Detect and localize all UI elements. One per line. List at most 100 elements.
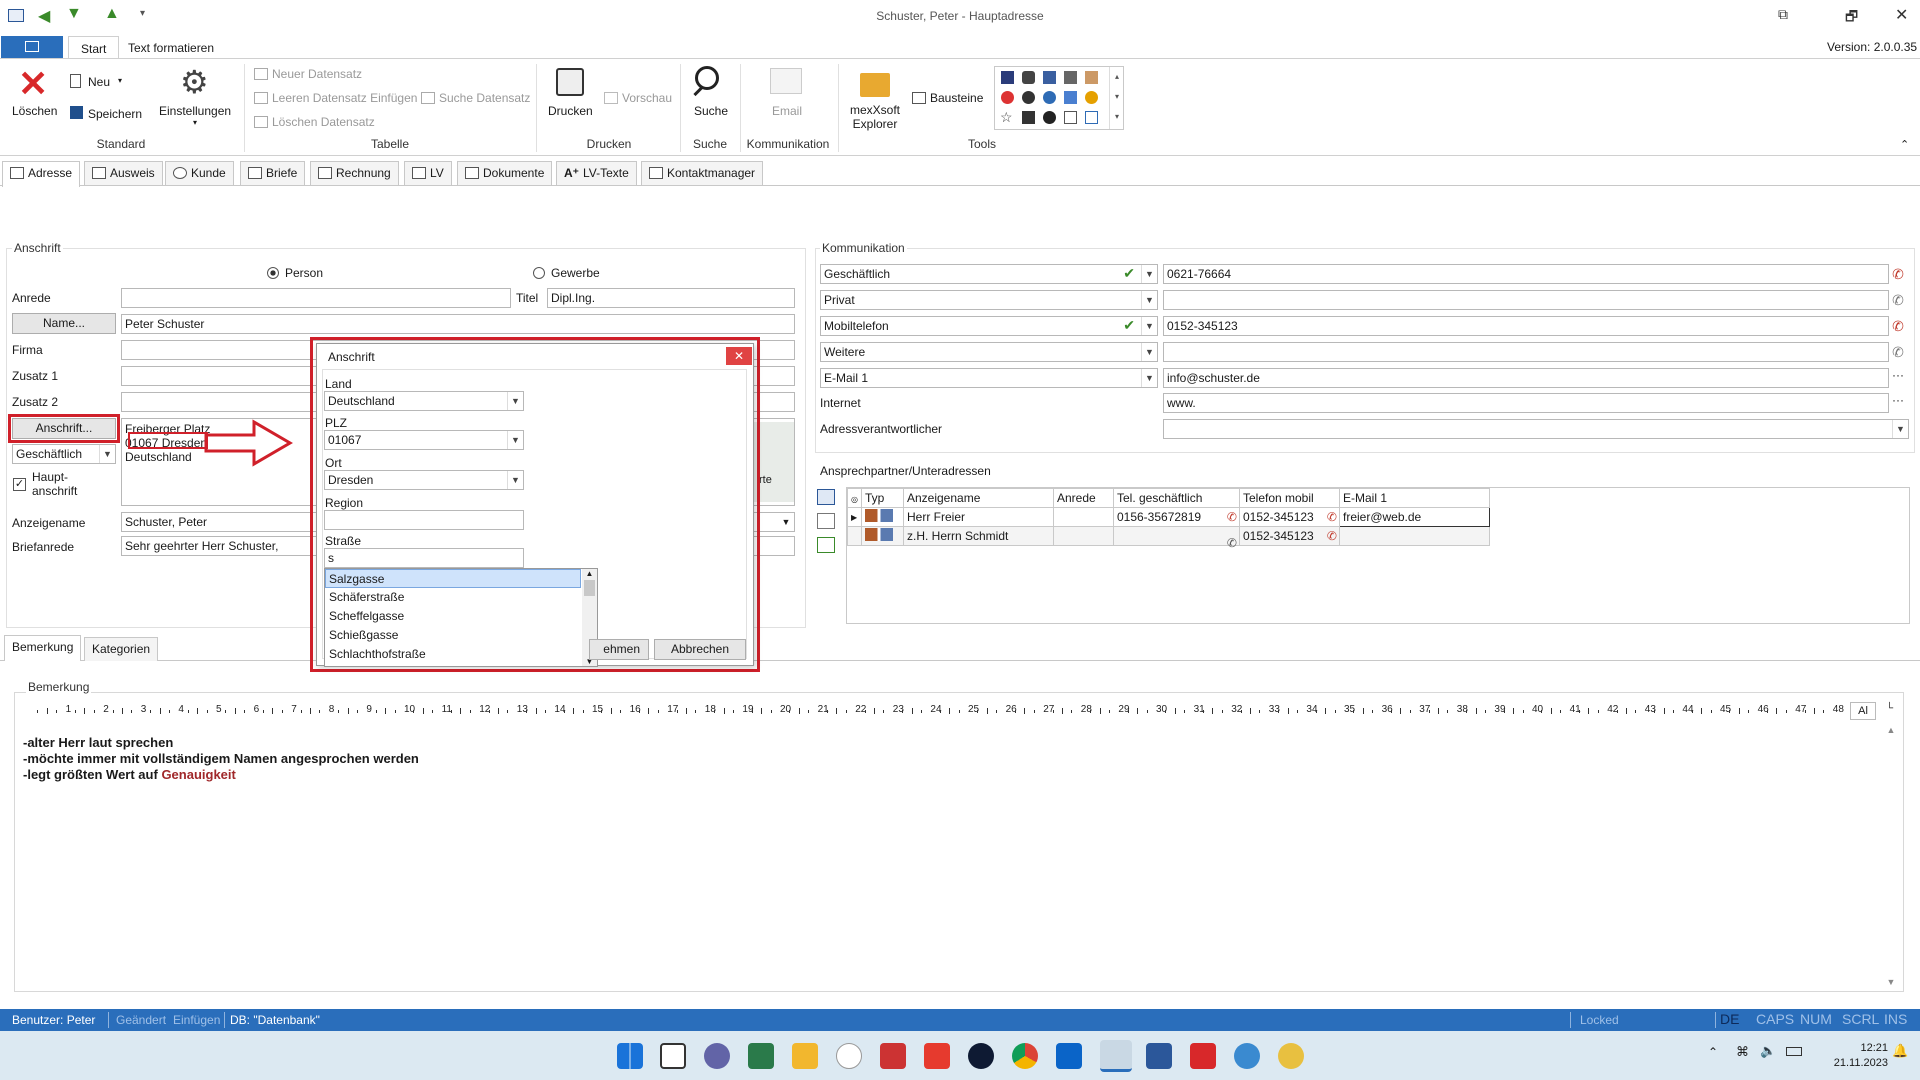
- tool-icon-10[interactable]: [1085, 91, 1098, 104]
- strasse-input[interactable]: s: [324, 548, 524, 568]
- tool-icon-1[interactable]: [1001, 71, 1014, 84]
- col-typ[interactable]: Typ: [860, 488, 904, 508]
- tab-ausweis[interactable]: Ausweis: [84, 161, 163, 185]
- ruler-align-button[interactable]: Al: [1850, 702, 1876, 720]
- komm-type-3[interactable]: Mobiltelefon ✔ ▼: [820, 316, 1158, 336]
- komm-type-5[interactable]: E-Mail 1 ▼: [820, 368, 1158, 388]
- komm-type-2[interactable]: Privat ▼: [820, 290, 1158, 310]
- music-icon[interactable]: [836, 1043, 862, 1069]
- scroll-up-icon[interactable]: ▲: [582, 569, 597, 578]
- scroll-thumb[interactable]: [584, 580, 595, 596]
- name-input[interactable]: Peter Schuster: [121, 314, 795, 334]
- tool-icon-5[interactable]: [1085, 71, 1098, 84]
- phone-icon[interactable]: ✆: [1327, 529, 1337, 543]
- grid-delete-icon[interactable]: [817, 513, 835, 529]
- table-row[interactable]: z.H. Herrn Schmidt ✆ 0152-345123 ✆: [847, 526, 1490, 550]
- cancel-button[interactable]: Abbrechen: [654, 639, 746, 660]
- more-icon[interactable]: ···: [1892, 393, 1904, 407]
- list-item[interactable]: Schießgasse: [325, 626, 581, 645]
- clock-date[interactable]: 21.11.2023: [1818, 1057, 1888, 1069]
- tool-icon-6[interactable]: [1001, 91, 1014, 104]
- tab-kontaktmanager[interactable]: Kontaktmanager: [641, 161, 764, 185]
- new-button[interactable]: Neu: [88, 75, 110, 89]
- haupt-checkbox[interactable]: ✓: [13, 478, 26, 491]
- tools-app-icon[interactable]: [880, 1043, 906, 1069]
- anydesk-icon[interactable]: [924, 1043, 950, 1069]
- task-view-icon[interactable]: [660, 1043, 686, 1069]
- col-anzeigename[interactable]: Anzeigename: [902, 488, 1054, 508]
- komm-value-2[interactable]: [1163, 290, 1889, 310]
- new-dropdown-icon[interactable]: ▾: [118, 76, 122, 85]
- tab-adresse[interactable]: Adresse: [2, 161, 81, 187]
- ribbon-collapse-icon[interactable]: ⌃: [1900, 138, 1909, 151]
- delete-icon[interactable]: ✕: [18, 66, 48, 102]
- tab-kunde[interactable]: Kunde: [165, 161, 234, 185]
- print-button[interactable]: Drucken: [548, 104, 593, 118]
- street-suggestion-list[interactable]: Salzgasse Schäferstraße Scheffelgasse Sc…: [324, 568, 598, 667]
- teams-icon[interactable]: [704, 1043, 730, 1069]
- scroll-down-icon[interactable]: ▼: [1882, 977, 1900, 987]
- chrome-icon[interactable]: [1012, 1043, 1038, 1069]
- tab-lv-texte[interactable]: A⁺ LV-Texte: [556, 161, 637, 185]
- close-icon[interactable]: ✕: [1895, 5, 1908, 25]
- anrede-input[interactable]: [121, 288, 511, 308]
- radio-gewerbe[interactable]: Gewerbe: [533, 266, 600, 280]
- phone-icon[interactable]: ✆: [1889, 317, 1907, 335]
- tool-icon-15[interactable]: [1085, 111, 1098, 124]
- bemerkung-editor[interactable]: -alter Herr laut sprechen -möchte immer …: [20, 725, 1882, 987]
- list-item[interactable]: Scheffelgasse: [325, 607, 581, 626]
- teamviewer-icon[interactable]: [968, 1043, 994, 1069]
- volume-icon[interactable]: 🔈: [1760, 1043, 1776, 1059]
- name-button[interactable]: Name...: [12, 313, 116, 334]
- tab-stop-icon[interactable]: └: [1886, 703, 1893, 714]
- network-icon[interactable]: ⌘: [1736, 1044, 1749, 1060]
- tool-icon-9[interactable]: [1064, 91, 1077, 104]
- outlook-icon[interactable]: [1056, 1043, 1082, 1069]
- globe-icon[interactable]: [1234, 1043, 1260, 1069]
- region-input[interactable]: [324, 510, 524, 530]
- more-icon[interactable]: ···: [1892, 368, 1904, 382]
- clock-time[interactable]: 12:21: [1818, 1042, 1888, 1054]
- settings-icon[interactable]: ⚙: [180, 66, 209, 98]
- list-item[interactable]: Salzgasse: [325, 569, 581, 588]
- phone-icon[interactable]: ✆: [1227, 510, 1237, 524]
- printer-icon[interactable]: [556, 68, 584, 96]
- col-tel[interactable]: Tel. geschäftlich: [1112, 488, 1240, 508]
- ok-button[interactable]: ehmen: [589, 639, 649, 660]
- delete-button[interactable]: Löschen: [12, 104, 57, 118]
- ribbon-tab-start[interactable]: Start: [68, 36, 120, 58]
- restore-icon[interactable]: ⧉: [1778, 6, 1788, 23]
- tools-gallery[interactable]: ☆ ▴ ▾ ▾: [994, 66, 1124, 130]
- editor-scrollbar[interactable]: ▲ ▼: [1882, 725, 1900, 987]
- phone-icon[interactable]: ✆: [1327, 510, 1337, 524]
- ort-select[interactable]: Dresden ▼: [324, 470, 524, 490]
- tab-lv[interactable]: LV: [404, 161, 452, 185]
- komm-type-1[interactable]: Geschäftlich ✔ ▼: [820, 264, 1158, 284]
- plz-select[interactable]: 01067 ▼: [324, 430, 524, 450]
- explorer-button[interactable]: mexXsoft Explorer: [850, 103, 900, 131]
- tab-bemerkung[interactable]: Bemerkung: [4, 635, 82, 661]
- col-email[interactable]: E-Mail 1: [1338, 488, 1490, 508]
- search-icon[interactable]: [695, 66, 719, 90]
- battery-icon[interactable]: [1786, 1047, 1802, 1056]
- ruler[interactable]: 1 2 3 4 5 6 7 8 9 10 11 12 13 14 15 16 17 18 19 20 21 22 23 24 2…: [22, 703, 1844, 720]
- phone-icon[interactable]: ✆: [1889, 291, 1907, 309]
- pen-app-icon[interactable]: [748, 1043, 774, 1069]
- tool-icon-12[interactable]: [1022, 111, 1035, 124]
- notification-icon[interactable]: 🔔: [1892, 1043, 1908, 1059]
- tray-chevron-icon[interactable]: ⌃: [1708, 1045, 1718, 1059]
- star-icon[interactable]: ☆: [1000, 109, 1013, 126]
- list-item[interactable]: Schlachthofstraße: [325, 645, 581, 664]
- bausteine-button[interactable]: Bausteine: [912, 91, 983, 105]
- phone-icon[interactable]: ✆: [1889, 343, 1907, 361]
- address-type-select[interactable]: Geschäftlich ▼: [12, 444, 116, 464]
- radio-person[interactable]: Person: [267, 266, 323, 280]
- list-item[interactable]: Schäferstraße: [325, 588, 581, 607]
- settings-button[interactable]: Einstellungen: [159, 104, 231, 118]
- maximize-icon[interactable]: 🗗: [1845, 6, 1858, 30]
- adressverantwortlicher-select[interactable]: ▼: [1163, 419, 1909, 439]
- gallery-scroll[interactable]: ▴ ▾ ▾: [1109, 67, 1124, 129]
- word-app-icon[interactable]: [1146, 1043, 1172, 1069]
- tool-icon-8[interactable]: [1043, 91, 1056, 104]
- ribbon-tab-text[interactable]: Text formatieren: [128, 41, 214, 55]
